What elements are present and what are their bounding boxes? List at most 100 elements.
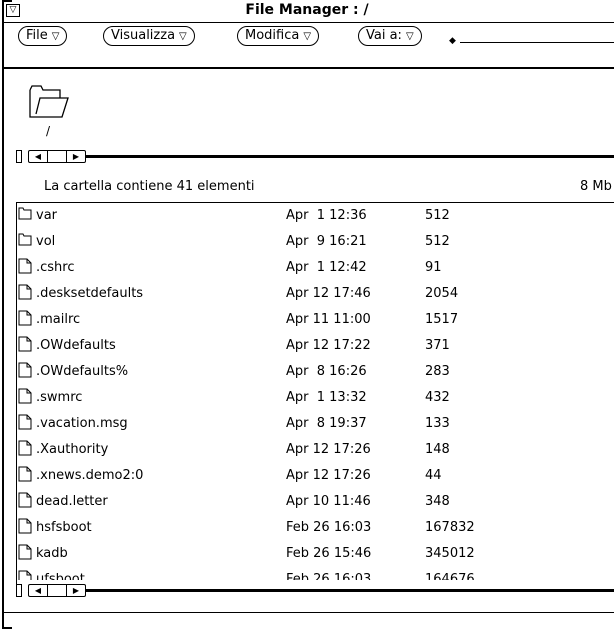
file-name: var <box>36 208 58 223</box>
scroll-right-icon[interactable]: ▶ <box>66 151 85 162</box>
file-size: 164676 <box>425 572 475 580</box>
file-row[interactable]: .Xauthority Apr 12 17:26 148 <box>16 437 614 463</box>
file-date: Apr 8 19:37 <box>286 416 367 431</box>
file-date: Feb 26 16:03 <box>286 572 372 580</box>
folder-icon <box>18 232 32 250</box>
file-row[interactable]: .OWdefaults Apr 12 17:22 371 <box>16 333 614 359</box>
file-size: 432 <box>425 390 450 405</box>
scrollbar-elevator[interactable]: ◀ ▶ <box>28 584 86 597</box>
icon-pane-scrollbar[interactable]: ◀ ▶ <box>0 150 614 163</box>
menu-label: Vai a: <box>366 28 402 43</box>
file-row[interactable]: kadb Feb 26 15:46 345012 <box>16 541 614 567</box>
file-name: kadb <box>36 546 68 561</box>
document-icon <box>18 388 32 408</box>
file-name: .vacation.msg <box>36 416 128 431</box>
file-size: 371 <box>425 338 450 353</box>
file-name: .desksetdefaults <box>36 286 144 301</box>
file-row[interactable]: .xnews.demo2:0 Apr 12 17:26 44 <box>16 463 614 489</box>
file-name: .swmrc <box>36 390 83 405</box>
file-list: var Apr 1 12:36 512 vol Apr 9 16:21 512 .cshrc… <box>16 203 614 580</box>
chevron-down-icon: ▽ <box>303 31 312 42</box>
document-icon <box>18 492 32 512</box>
input-caret-icon: ◆ <box>449 36 456 46</box>
menu-label: Visualizza <box>111 28 176 43</box>
path-icon-pane <box>16 68 614 148</box>
file-name: ufsboot <box>36 572 85 580</box>
file-size: 167832 <box>425 520 475 535</box>
edit-menu-button[interactable]: Modifica ▽ <box>237 26 320 46</box>
file-size: 348 <box>425 494 450 509</box>
file-size: 91 <box>425 260 442 275</box>
chevron-down-icon: ▽ <box>51 31 60 42</box>
goto-path-input[interactable] <box>460 42 614 43</box>
menu-label: Modifica <box>245 28 300 43</box>
file-size: 283 <box>425 364 450 379</box>
divider <box>4 612 614 613</box>
file-row[interactable]: var Apr 1 12:36 512 <box>16 203 614 229</box>
folder-icon[interactable] <box>28 84 70 120</box>
document-icon <box>18 414 32 434</box>
file-name: hsfsboot <box>36 520 92 535</box>
file-date: Apr 11 11:00 <box>286 312 371 327</box>
file-size: 512 <box>425 234 450 249</box>
file-date: Feb 26 15:46 <box>286 546 372 561</box>
file-name: .OWdefaults <box>36 338 116 353</box>
scroll-left-icon[interactable]: ◀ <box>29 151 48 162</box>
file-row[interactable]: .desksetdefaults Apr 12 17:46 2054 <box>16 281 614 307</box>
scrollbar-cable <box>86 155 614 158</box>
file-date: Apr 12 17:46 <box>286 286 371 301</box>
file-size: 1517 <box>425 312 459 327</box>
goto-menu-button[interactable]: Vai a: ▽ <box>358 26 422 46</box>
file-row[interactable]: .swmrc Apr 1 13:32 432 <box>16 385 614 411</box>
file-row[interactable]: .cshrc Apr 1 12:42 91 <box>16 255 614 281</box>
file-row[interactable]: dead.letter Apr 10 11:46 348 <box>16 489 614 515</box>
scrollbar-elevator[interactable]: ◀ ▶ <box>28 150 86 163</box>
file-name: dead.letter <box>36 494 108 509</box>
file-name: .xnews.demo2:0 <box>36 468 144 483</box>
file-name: .Xauthority <box>36 442 109 457</box>
file-row[interactable]: vol Apr 9 16:21 512 <box>16 229 614 255</box>
file-date: Feb 26 16:03 <box>286 520 372 535</box>
file-date: Apr 12 17:26 <box>286 442 371 457</box>
file-size: 512 <box>425 208 450 223</box>
scrollbar-anchor[interactable] <box>16 150 22 163</box>
window-frame-left <box>2 0 4 629</box>
file-size: 2054 <box>425 286 459 301</box>
file-date: Apr 8 16:26 <box>286 364 367 379</box>
file-size: 44 <box>425 468 442 483</box>
scrollbar-anchor[interactable] <box>16 584 22 597</box>
menu-label: File <box>26 28 48 43</box>
document-icon <box>18 570 32 580</box>
scroll-right-icon[interactable]: ▶ <box>66 585 85 596</box>
file-row[interactable]: hsfsboot Feb 26 16:03 167832 <box>16 515 614 541</box>
file-size: 148 <box>425 442 450 457</box>
scrollbar-cable <box>86 589 614 592</box>
window-title: File Manager : / <box>245 2 369 18</box>
view-menu-button[interactable]: Visualizza ▽ <box>103 26 195 46</box>
document-icon <box>18 544 32 564</box>
file-list-scrollbar[interactable]: ◀ ▶ <box>0 584 614 597</box>
document-icon <box>18 258 32 278</box>
file-menu-button[interactable]: File ▽ <box>18 26 68 46</box>
folder-label: / <box>46 124 51 138</box>
scroll-left-icon[interactable]: ◀ <box>29 585 48 596</box>
file-size: 345012 <box>425 546 475 561</box>
document-icon <box>18 518 32 538</box>
document-icon <box>18 440 32 460</box>
chevron-down-icon: ▽ <box>405 31 414 42</box>
file-date: Apr 12 17:22 <box>286 338 371 353</box>
file-date: Apr 10 11:46 <box>286 494 371 509</box>
chevron-down-icon: ▽ <box>179 31 187 42</box>
file-row[interactable]: ufsboot Feb 26 16:03 164676 <box>16 567 614 580</box>
folder-size: 8 Mb <box>580 179 612 194</box>
folder-item-count: La cartella contiene 41 elementi <box>44 179 255 194</box>
file-row[interactable]: .mailrc Apr 11 11:00 1517 <box>16 307 614 333</box>
file-row[interactable]: .vacation.msg Apr 8 19:37 133 <box>16 411 614 437</box>
file-size: 133 <box>425 416 450 431</box>
file-date: Apr 1 12:36 <box>286 208 367 223</box>
file-date: Apr 1 13:32 <box>286 390 367 405</box>
file-name: vol <box>36 234 56 249</box>
file-date: Apr 1 12:42 <box>286 260 367 275</box>
document-icon <box>18 284 32 304</box>
file-row[interactable]: .OWdefaults% Apr 8 16:26 283 <box>16 359 614 385</box>
